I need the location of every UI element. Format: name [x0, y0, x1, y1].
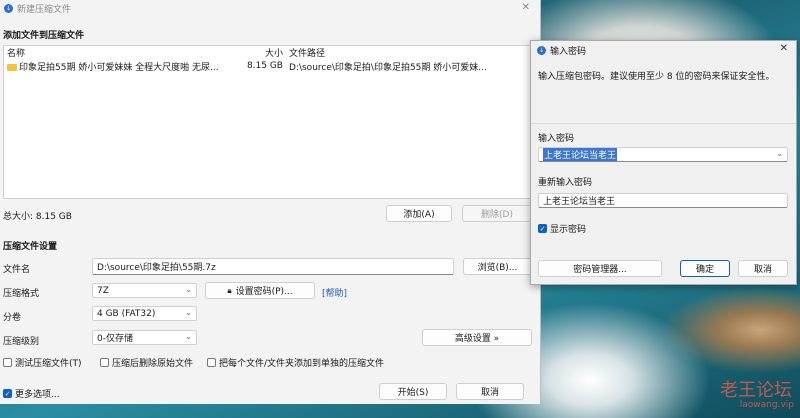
lock-icon: 🔒︎ [227, 285, 232, 295]
password-input[interactable]: 上老王论坛当老王 ⌄ [538, 147, 788, 162]
app-icon: ↓ [4, 4, 13, 13]
list-item-name-cell: 印象足拍55期 娇小可爱妹妹 全程大尺度啪 无尿... [4, 60, 237, 73]
close-icon[interactable]: ✕ [780, 43, 788, 54]
format-select[interactable]: 7Z ⌄ [92, 283, 197, 298]
set-password-button[interactable]: 🔒︎ 设置密码(P)... [205, 282, 315, 299]
chevron-down-icon[interactable]: ⌄ [776, 149, 783, 158]
ok-button[interactable]: 确定 [680, 260, 730, 277]
add-files-section-title: 添加文件到压缩文件 [3, 31, 85, 41]
repeat-password-input[interactable]: 上老王论坛当老王 [538, 193, 788, 208]
watermark-logo: 老王论坛 [720, 380, 792, 401]
checkbox-checked-icon: ✓ [538, 224, 547, 233]
browse-button[interactable]: 浏览(B)... [463, 258, 532, 275]
password-info-text: 输入压缩包密码。建议使用至少 8 位的密码来保证安全性。 [538, 72, 775, 82]
password-value: 上老王论坛当老王 [543, 148, 618, 161]
total-size: 总大小: 8.15 GB [3, 212, 72, 222]
list-item-size: 8.15 GB [246, 61, 283, 71]
dialog-title-bar: ↓ 输入密码 ✕ [531, 41, 796, 59]
set-password-label: 设置密码(P)... [235, 287, 293, 297]
volume-value: 4 GB (FAT32) [97, 308, 156, 319]
delete-after-label: 压缩后删除原始文件 [112, 359, 194, 369]
start-button[interactable]: 开始(S) [379, 383, 447, 400]
title-bar: ↓ 新建压缩文件 ✕ [0, 0, 540, 17]
checkbox-box [3, 358, 12, 367]
format-label: 压缩格式 [3, 289, 40, 299]
file-list[interactable]: 名称 大小 文件路径 印象足拍55期 娇小可爱妹妹 全程大尺度啪 无尿... 8… [3, 45, 535, 199]
chevron-down-icon: ⌄ [185, 285, 192, 294]
separate-archives-label: 把每个文件/文件夹添加到单独的压缩文件 [219, 359, 385, 369]
separate-archives-checkbox[interactable]: 把每个文件/文件夹添加到单独的压缩文件 [207, 356, 384, 369]
list-item[interactable]: 印象足拍55期 娇小可爱妹妹 全程大尺度啪 无尿... 8.15 GB D:\s… [4, 59, 534, 73]
show-password-label: 显示密码 [550, 225, 587, 235]
list-item-path: D:\source\印象足拍\印象足拍55期 娇小可爱妹... [289, 62, 487, 73]
watermark-url: laowang.vip [739, 400, 794, 410]
app-icon: ↓ [537, 45, 546, 55]
list-header: 名称 大小 文件路径 [4, 46, 534, 59]
level-select[interactable]: 0-仅存储 ⌄ [92, 330, 197, 345]
cancel-button[interactable]: 取消 [456, 383, 524, 400]
column-size[interactable]: 大小 [237, 46, 283, 59]
checkbox-box [100, 358, 109, 367]
filename-label: 文件名 [3, 265, 31, 275]
delete-button[interactable]: 删除(D) [462, 205, 532, 222]
more-options-label: 更多选项... [15, 390, 60, 400]
advanced-settings-button[interactable]: 高级设置 » [422, 329, 532, 346]
volume-select[interactable]: 4 GB (FAT32) ⌄ [92, 306, 197, 321]
close-icon[interactable]: ✕ [522, 2, 530, 13]
settings-section-title: 压缩文件设置 [3, 242, 58, 252]
checkbox-box [207, 358, 216, 367]
folder-icon [7, 63, 17, 71]
chevron-down-icon: ⌄ [185, 308, 192, 317]
checkbox-checked-icon: ✓ [3, 389, 12, 398]
volume-label: 分卷 [3, 313, 22, 323]
window-title: 新建压缩文件 [17, 5, 72, 15]
column-path[interactable]: 文件路径 [283, 46, 489, 59]
divider [531, 123, 796, 124]
add-button[interactable]: 添加(A) [386, 205, 452, 222]
password-manager-button[interactable]: 密码管理器... [538, 260, 662, 277]
level-value: 0-仅存储 [97, 334, 133, 344]
filename-field[interactable]: D:\source\印象足拍\55期.7z [92, 258, 454, 275]
column-name[interactable]: 名称 [4, 46, 237, 59]
dialog-cancel-button[interactable]: 取消 [738, 260, 788, 277]
chevron-down-icon: ⌄ [185, 332, 192, 341]
list-item-name: 印象足拍55期 娇小可爱妹妹 全程大尺度啪 无尿... [19, 62, 219, 73]
more-options-checkbox[interactable]: ✓ 更多选项... [3, 387, 60, 400]
show-password-checkbox[interactable]: ✓ 显示密码 [538, 222, 586, 235]
test-archive-label: 测试压缩文件(T) [15, 359, 82, 369]
password-dialog: ↓ 输入密码 ✕ 输入压缩包密码。建议使用至少 8 位的密码来保证安全性。 输入… [530, 40, 797, 285]
password-label: 输入密码 [538, 134, 575, 144]
test-archive-checkbox[interactable]: 测试压缩文件(T) [3, 356, 82, 369]
format-value: 7Z [97, 285, 109, 296]
dialog-title: 输入密码 [550, 46, 587, 57]
level-label: 压缩级别 [3, 337, 40, 347]
help-link[interactable]: [帮助] [322, 286, 347, 299]
repeat-password-label: 重新输入密码 [538, 178, 593, 188]
delete-after-checkbox[interactable]: 压缩后删除原始文件 [100, 356, 193, 369]
new-archive-window: ↓ 新建压缩文件 ✕ 添加文件到压缩文件 名称 大小 文件路径 印象足拍55期 … [0, 0, 541, 404]
